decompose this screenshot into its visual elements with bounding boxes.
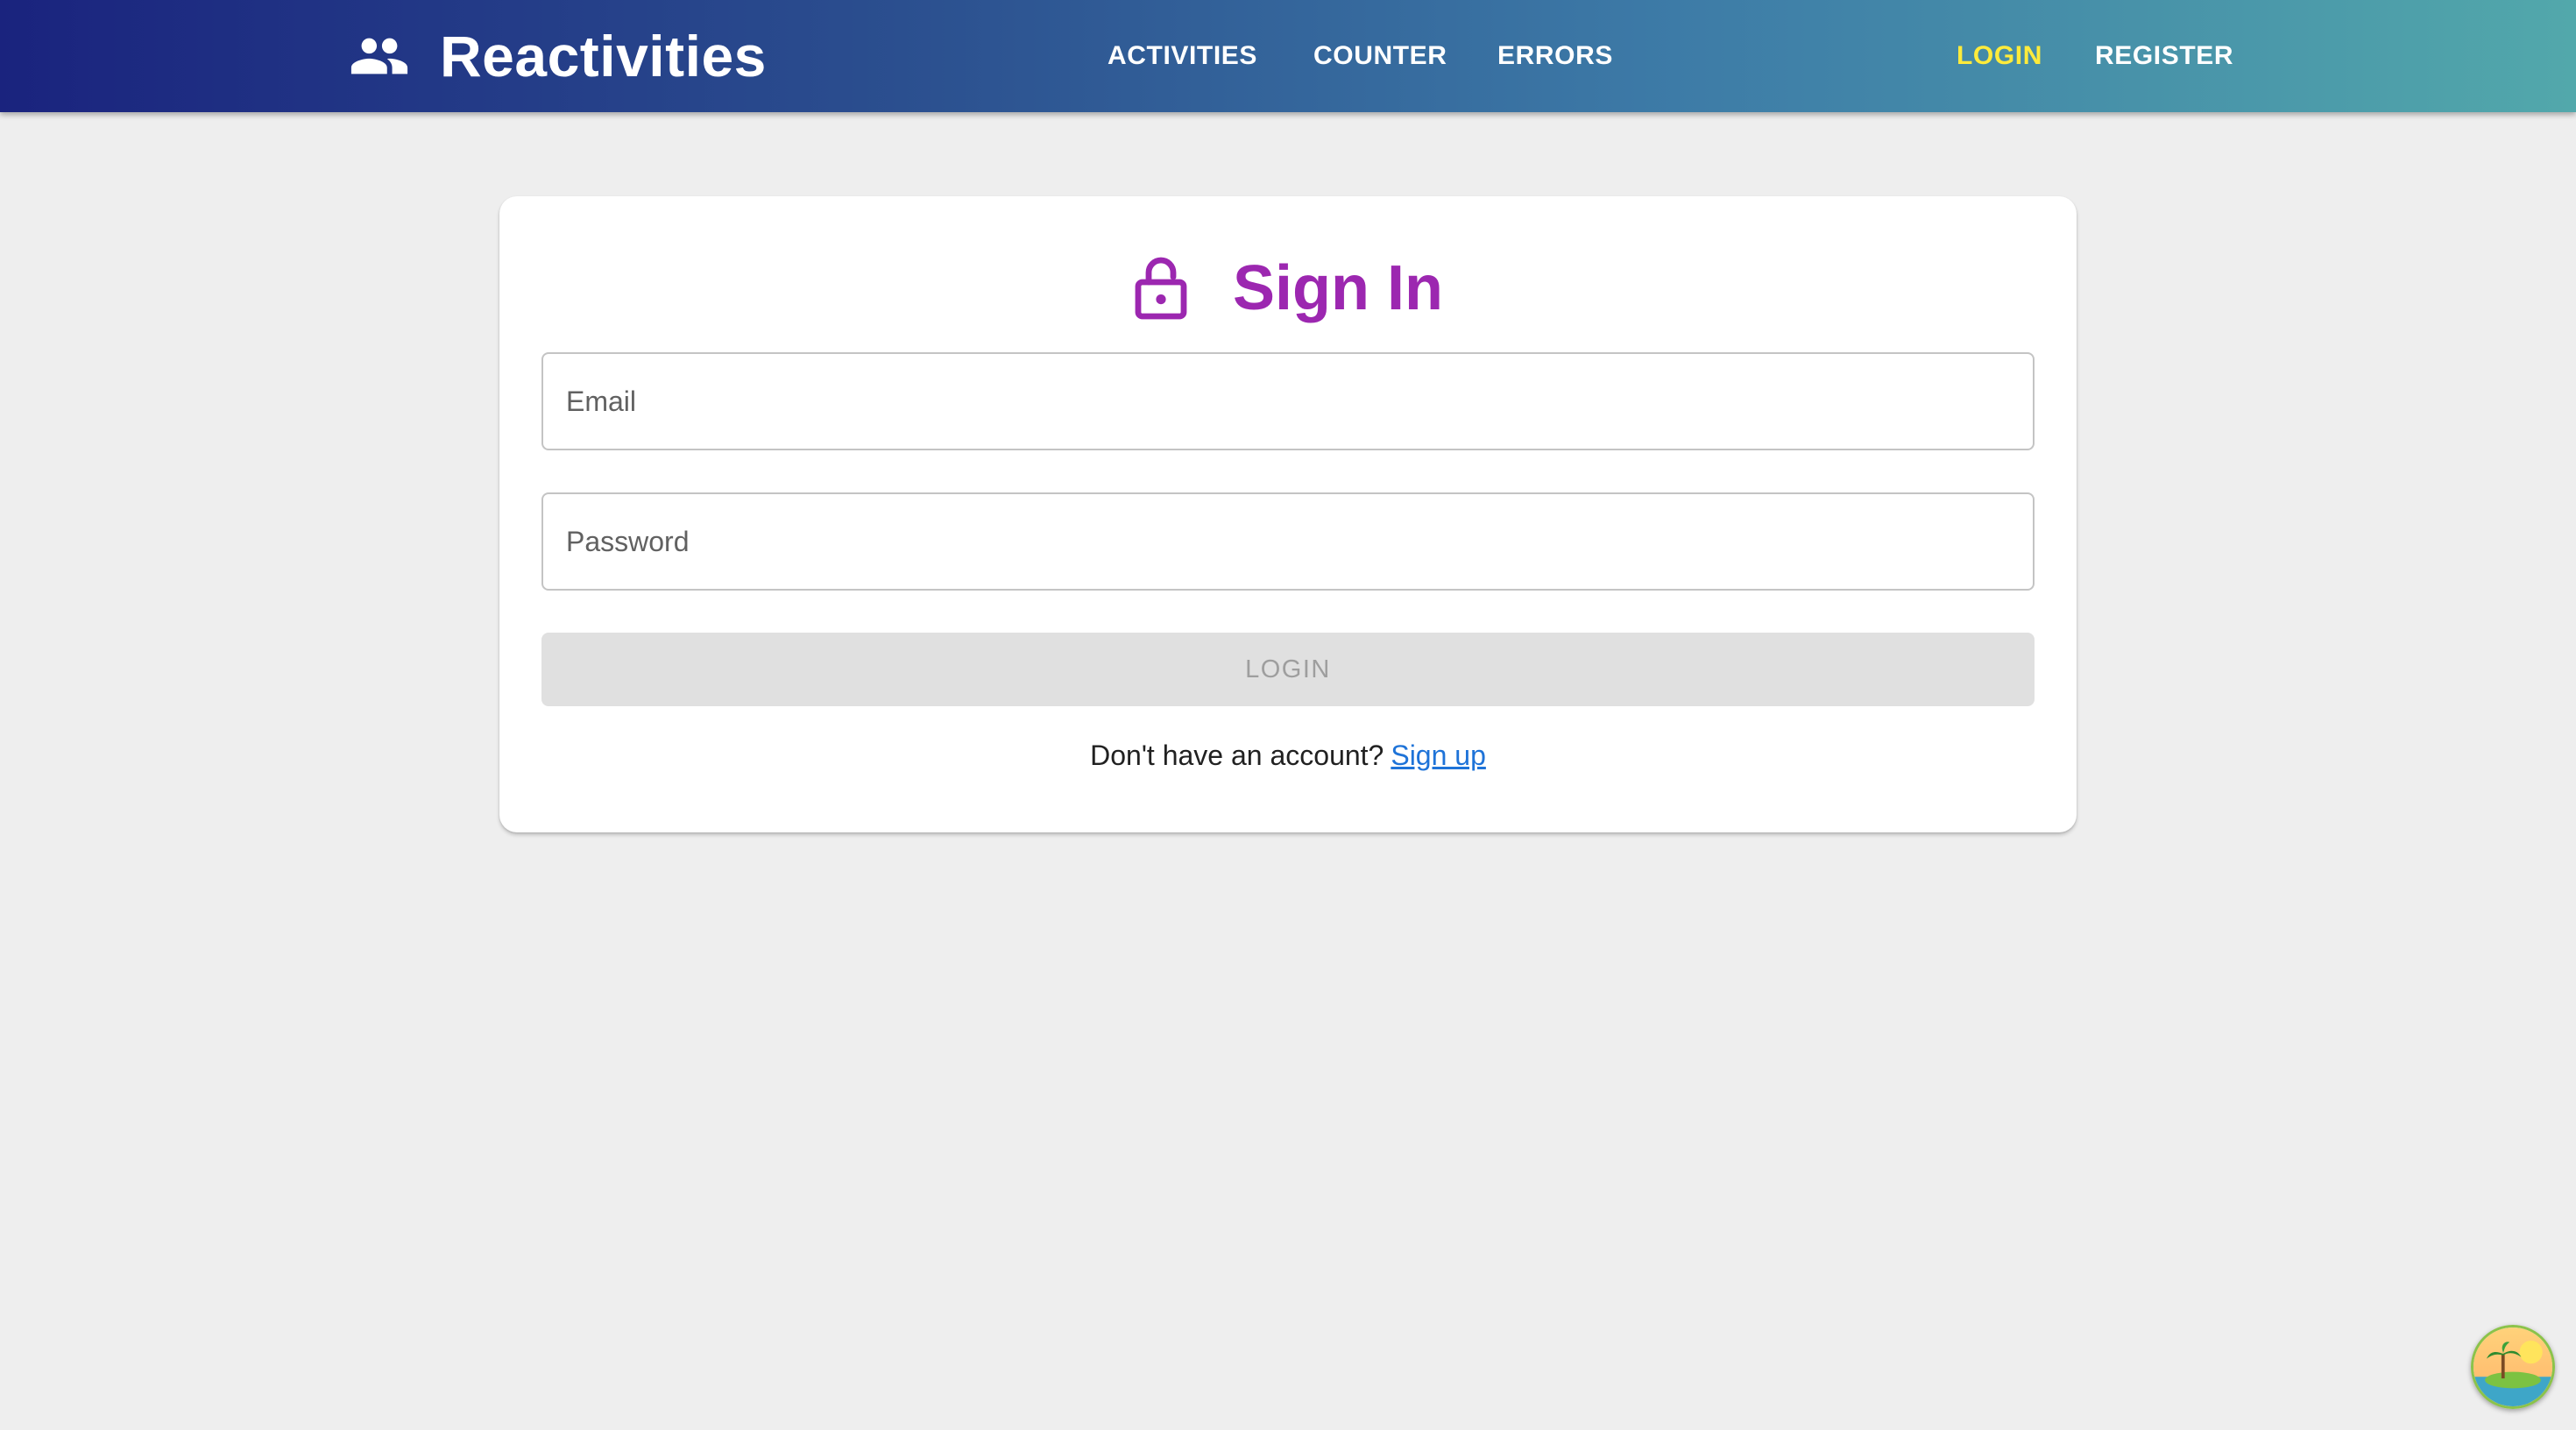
login-submit-button[interactable]: LOGIN — [541, 633, 2035, 706]
email-field[interactable] — [543, 354, 2033, 449]
island-avatar-icon[interactable] — [2471, 1325, 2555, 1409]
brand-link[interactable]: Reactivities — [349, 0, 767, 112]
brand-title: Reactivities — [440, 24, 767, 88]
app-bar: Reactivities ACTIVITIES COUNTER ERRORS L… — [0, 0, 2576, 112]
signup-prompt: Don't have an account? Sign up — [499, 738, 2077, 773]
signup-prompt-text: Don't have an account? — [1090, 739, 1384, 771]
lock-open-icon — [1135, 257, 1187, 320]
people-icon — [350, 38, 408, 74]
nav-login[interactable]: LOGIN — [1957, 0, 2042, 112]
page-title: Sign In — [1233, 253, 1443, 323]
password-field[interactable] — [543, 494, 2033, 589]
password-field-wrapper — [541, 492, 2035, 591]
nav-errors[interactable]: ERRORS — [1497, 0, 1613, 112]
nav-counter[interactable]: COUNTER — [1313, 0, 1447, 112]
nav-register[interactable]: REGISTER — [2095, 0, 2233, 112]
signin-card: Sign In LOGIN Don't have an account? Sig… — [499, 196, 2077, 832]
signin-header: Sign In — [499, 240, 2077, 336]
nav-activities[interactable]: ACTIVITIES — [1108, 0, 1257, 112]
signup-link[interactable]: Sign up — [1391, 740, 1486, 772]
email-field-wrapper — [541, 352, 2035, 450]
